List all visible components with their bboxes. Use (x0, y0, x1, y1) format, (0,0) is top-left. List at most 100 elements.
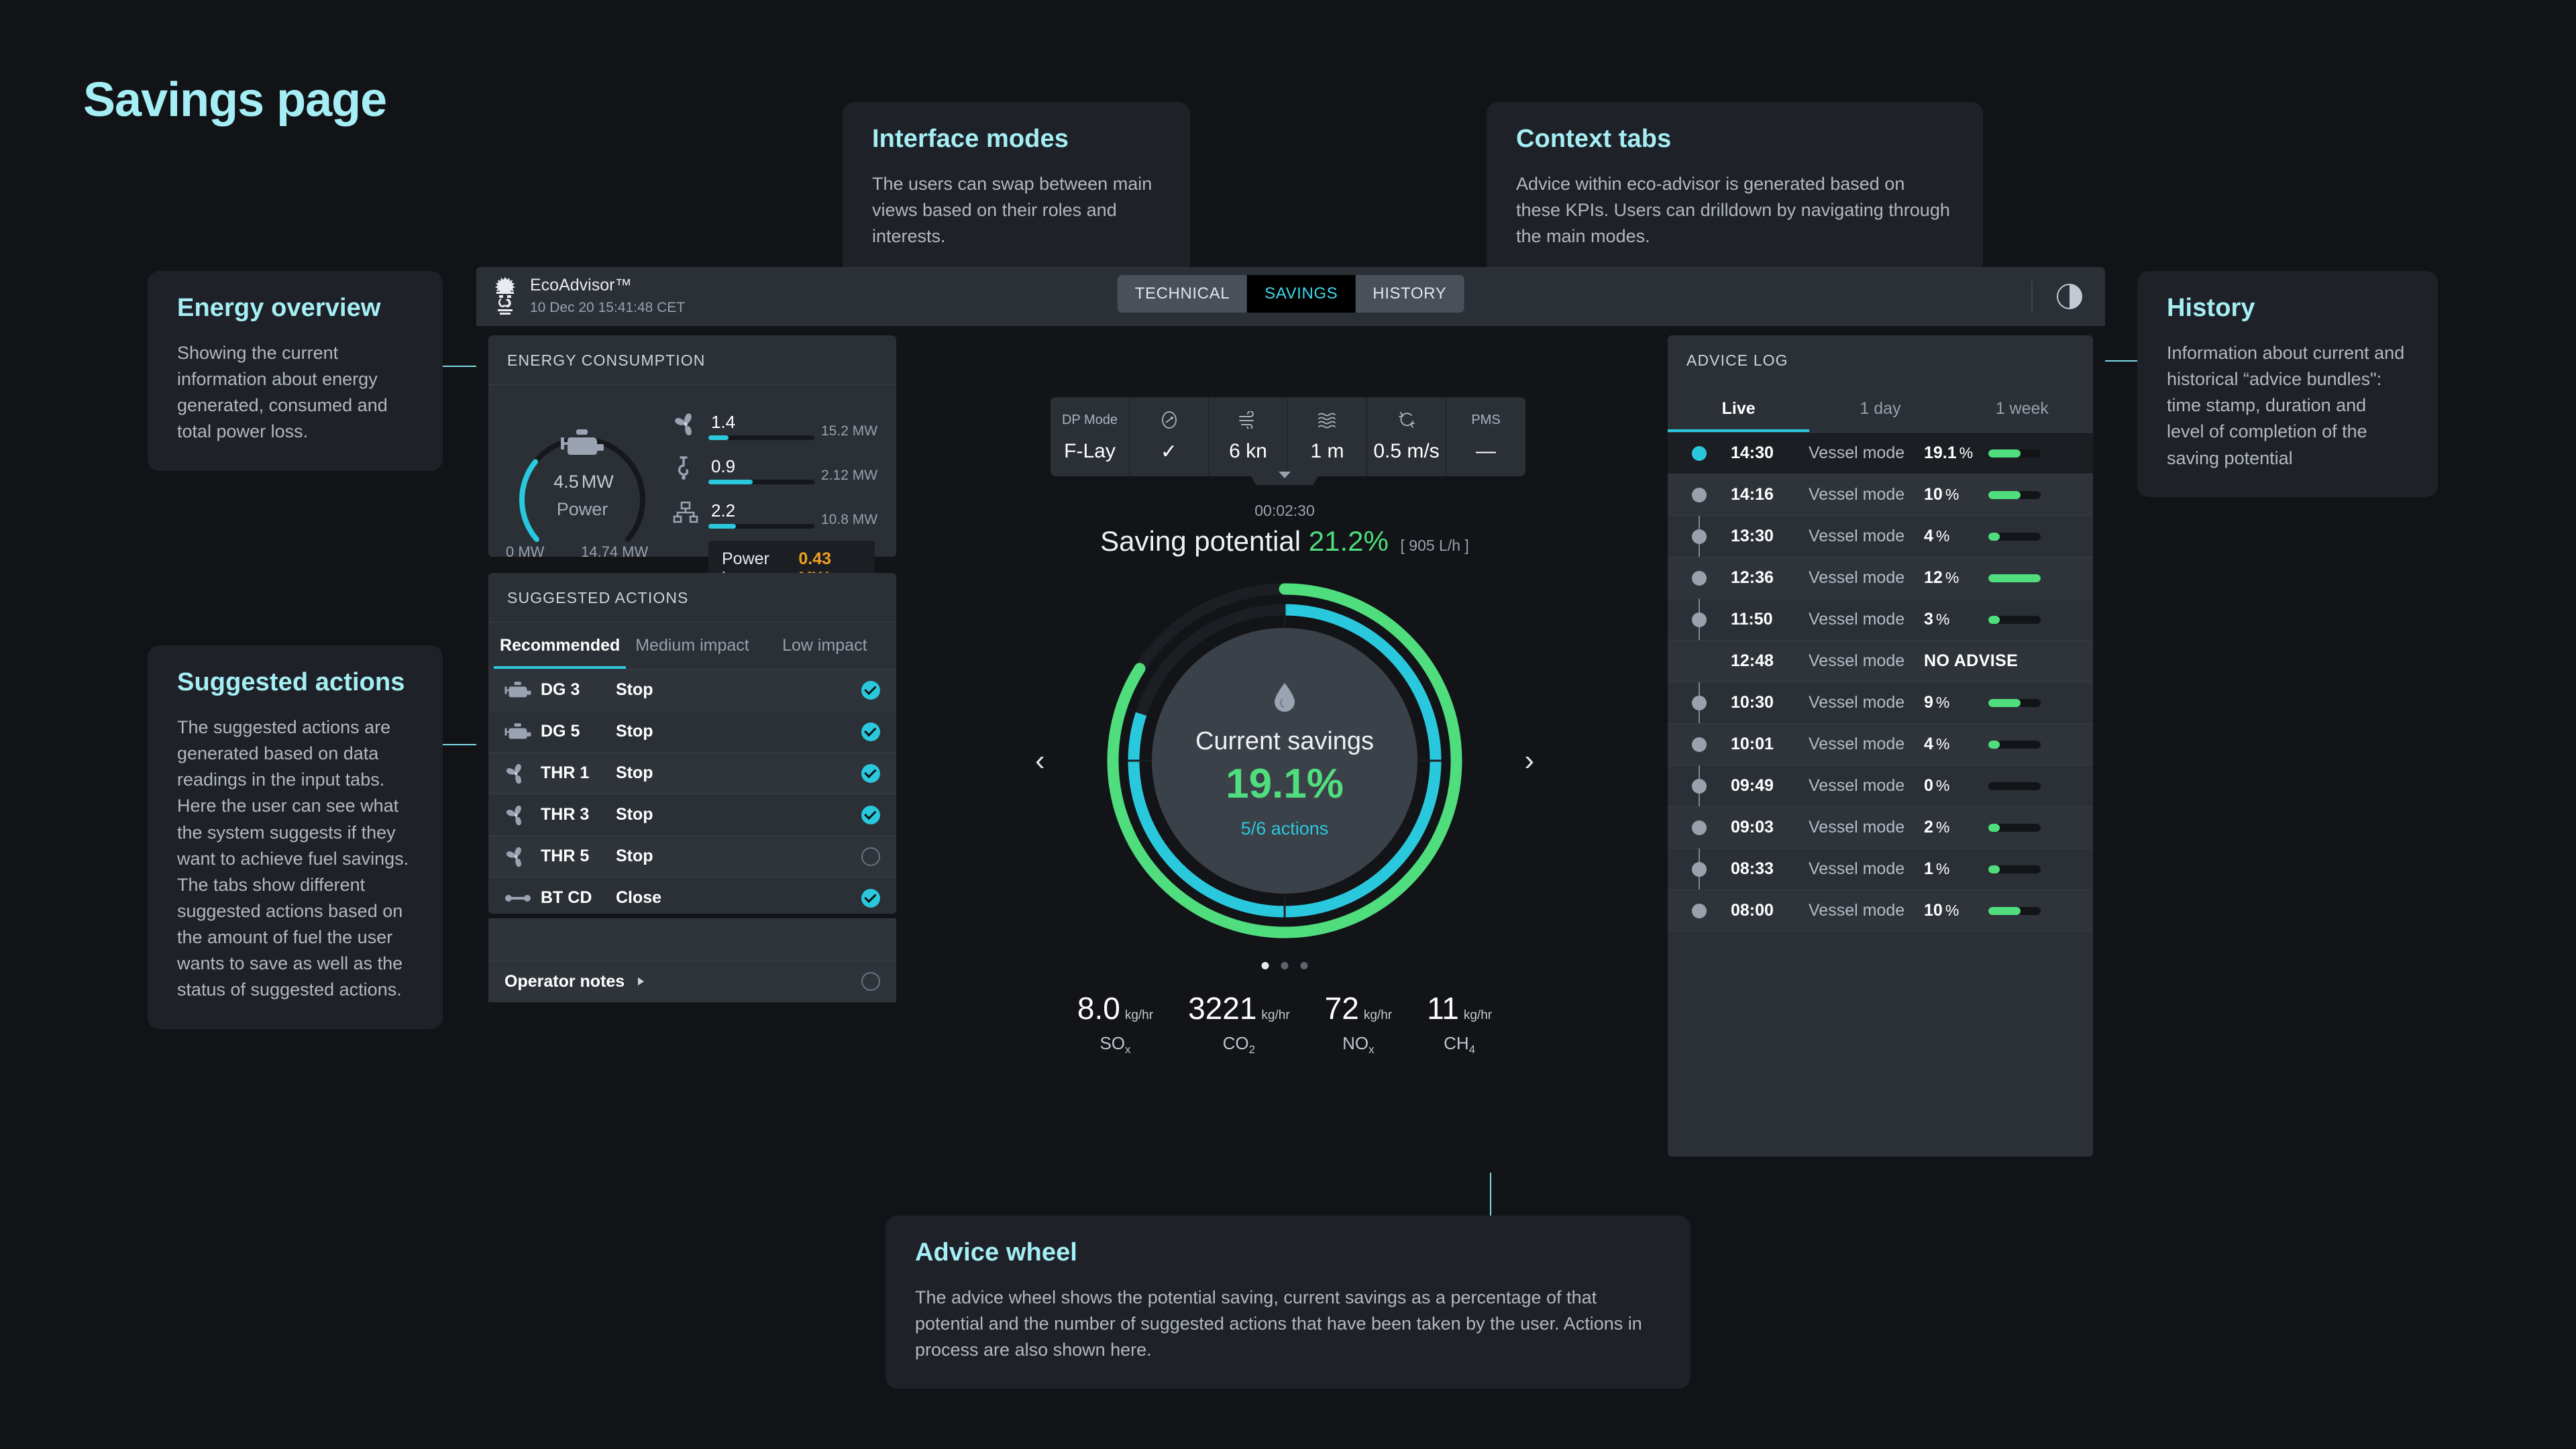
bar-value: 1.4 (711, 412, 736, 432)
kpi-expand-toggle[interactable] (1247, 469, 1322, 485)
table-row[interactable]: 12:36 Vessel mode 12% (1668, 557, 2093, 599)
log-percent: 10% (1924, 485, 1960, 504)
table-row[interactable]: 13:30 Vessel mode 4% (1668, 516, 2093, 557)
kpi-dp-mode[interactable]: DP Mode F-Lay (1051, 397, 1130, 476)
operator-notes-checkbox[interactable] (861, 972, 880, 991)
mode-tab-group: TECHNICAL SAVINGS HISTORY (1117, 275, 1464, 313)
contrast-toggle-icon[interactable] (2057, 284, 2082, 309)
table-row[interactable]: THR 1 Stop (488, 753, 896, 794)
mode-tab-savings[interactable]: SAVINGS (1247, 275, 1356, 313)
emission-sub: x (1368, 1043, 1375, 1057)
callout-body: The suggested actions are generated base… (177, 717, 409, 1000)
callout-interface-modes: Interface modes The users can swap betwe… (843, 102, 1190, 276)
table-row[interactable]: 11:50 Vessel mode 3% (1668, 599, 2093, 641)
table-row[interactable]: 12:48 Vessel mode NO ADVISE (1668, 641, 2093, 682)
action-checkbox[interactable] (861, 763, 880, 783)
table-row[interactable]: DG 5 Stop (488, 711, 896, 753)
saving-potential-label: Saving potential (1100, 525, 1301, 557)
log-mode: Vessel mode (1809, 610, 1905, 629)
bar-value: 0.9 (711, 456, 736, 476)
kpi-wind[interactable]: 6 kn (1209, 397, 1288, 476)
action-checkbox[interactable] (861, 680, 880, 700)
engine-icon (504, 722, 541, 741)
table-row[interactable]: BT CD Close (488, 877, 896, 919)
table-row[interactable]: 09:49 Vessel mode 0% (1668, 765, 2093, 807)
table-row[interactable]: 09:03 Vessel mode 2% (1668, 807, 2093, 849)
mode-tab-technical[interactable]: TECHNICAL (1118, 275, 1247, 313)
table-row[interactable]: 10:30 Vessel mode 9% (1668, 682, 2093, 724)
callout-context-tabs: Context tabs Advice within eco-advisor i… (1487, 102, 1983, 276)
log-time: 14:30 (1731, 443, 1774, 462)
tab-recommended[interactable]: Recommended (494, 623, 627, 669)
timeline-node (1692, 737, 1707, 752)
action-verb: Stop (616, 847, 653, 865)
app-body: ENERGY CONSUMPTION 4.5 MW Power 0 MW 14.… (476, 326, 2105, 1173)
log-mode: Vessel mode (1809, 693, 1905, 712)
action-name: BT CD (541, 888, 592, 907)
action-checkbox[interactable] (861, 722, 880, 741)
log-percent: 19.1% (1924, 443, 1974, 462)
energy-consumption-panel: ENERGY CONSUMPTION 4.5 MW Power 0 MW 14.… (488, 335, 896, 597)
chevron-left-icon[interactable]: ‹ (1035, 746, 1045, 775)
kpi-label: DP Mode (1061, 412, 1118, 427)
emission-sub: x (1125, 1043, 1131, 1057)
log-progress-bar (1988, 532, 2041, 541)
consumer-bar-row: 1.4 15.2 MW (669, 408, 883, 440)
carousel-dot[interactable] (1261, 962, 1269, 969)
log-percent: 10% (1924, 901, 1960, 920)
tab-1-week[interactable]: 1 week (1951, 384, 2093, 432)
tab-live[interactable]: Live (1668, 384, 1810, 432)
action-verb: Stop (616, 680, 653, 699)
table-row[interactable]: 14:16 Vessel mode 10% (1668, 474, 2093, 516)
log-percent: 1% (1924, 859, 1950, 878)
list-empty-row (488, 919, 896, 961)
carousel-dots[interactable] (1261, 962, 1308, 969)
action-checkbox[interactable] (861, 888, 880, 908)
kpi-pms[interactable]: PMS — (1446, 397, 1525, 476)
operator-notes-row[interactable]: Operator notes (488, 961, 896, 1002)
wind-icon (1209, 407, 1287, 433)
action-checkbox[interactable] (861, 805, 880, 824)
emission-value: 8.0 (1077, 991, 1120, 1026)
table-row[interactable]: 08:33 Vessel mode 1% (1668, 849, 2093, 890)
action-checkbox[interactable] (861, 847, 880, 866)
table-row[interactable]: 14:30 Vessel mode 19.1% (1668, 433, 2093, 474)
kpi-gauge[interactable]: ✓ (1130, 397, 1209, 476)
network-icon (669, 496, 702, 529)
advice-wheel: Current savings 19.1% 5/6 actions ‹ › (1035, 573, 1534, 949)
tab-medium-impact[interactable]: Medium impact (626, 623, 758, 669)
chevron-right-icon[interactable]: › (1524, 746, 1534, 775)
log-time: 08:33 (1731, 859, 1774, 878)
action-name: THR 1 (541, 763, 590, 782)
kpi-value: F-Lay (1064, 440, 1116, 462)
log-mode: Vessel mode (1809, 568, 1905, 587)
mode-tab-history[interactable]: HISTORY (1355, 275, 1464, 313)
kpi-waves[interactable]: 1 m (1288, 397, 1367, 476)
energy-panel-title: ENERGY CONSUMPTION (488, 335, 896, 385)
callout-title: Suggested actions (177, 668, 405, 696)
table-row[interactable]: DG 3 Stop (488, 669, 896, 711)
log-percent: 4% (1924, 735, 1950, 753)
gauge-value: 4.5 (553, 472, 579, 492)
carousel-dot[interactable] (1300, 962, 1308, 969)
table-row[interactable]: THR 5 Stop (488, 836, 896, 877)
carousel-dot[interactable] (1281, 962, 1289, 969)
callout-body: Showing the current information about en… (177, 343, 388, 442)
timeline-node (1692, 612, 1707, 627)
bar-track (708, 435, 814, 440)
current-savings-label: Current savings (1195, 727, 1375, 755)
consumer-bars: 1.4 15.2 MW 0.9 2.12 MW 2.2 10.8 MW Powe… (663, 397, 883, 597)
advice-log-list: 14:30 Vessel mode 19.1% 14:16 Vessel mode 10%… (1668, 432, 2093, 932)
table-row[interactable]: 10:01 Vessel mode 4% (1668, 724, 2093, 765)
emission-sub: 4 (1468, 1043, 1476, 1057)
emission-ch4: 11 kg/hr CH4 (1427, 990, 1492, 1057)
log-mode: Vessel mode (1809, 485, 1905, 504)
table-row[interactable]: 08:00 Vessel mode 10% (1668, 890, 2093, 932)
kpi-current[interactable]: 0.5 m/s (1367, 397, 1446, 476)
bar-fill (708, 435, 729, 440)
timeline-node (1692, 529, 1707, 544)
log-progress-bar (1988, 574, 2041, 582)
table-row[interactable]: THR 3 Stop (488, 794, 896, 836)
tab-low-impact[interactable]: Low impact (759, 623, 891, 669)
tab-1-day[interactable]: 1 day (1809, 384, 1951, 432)
